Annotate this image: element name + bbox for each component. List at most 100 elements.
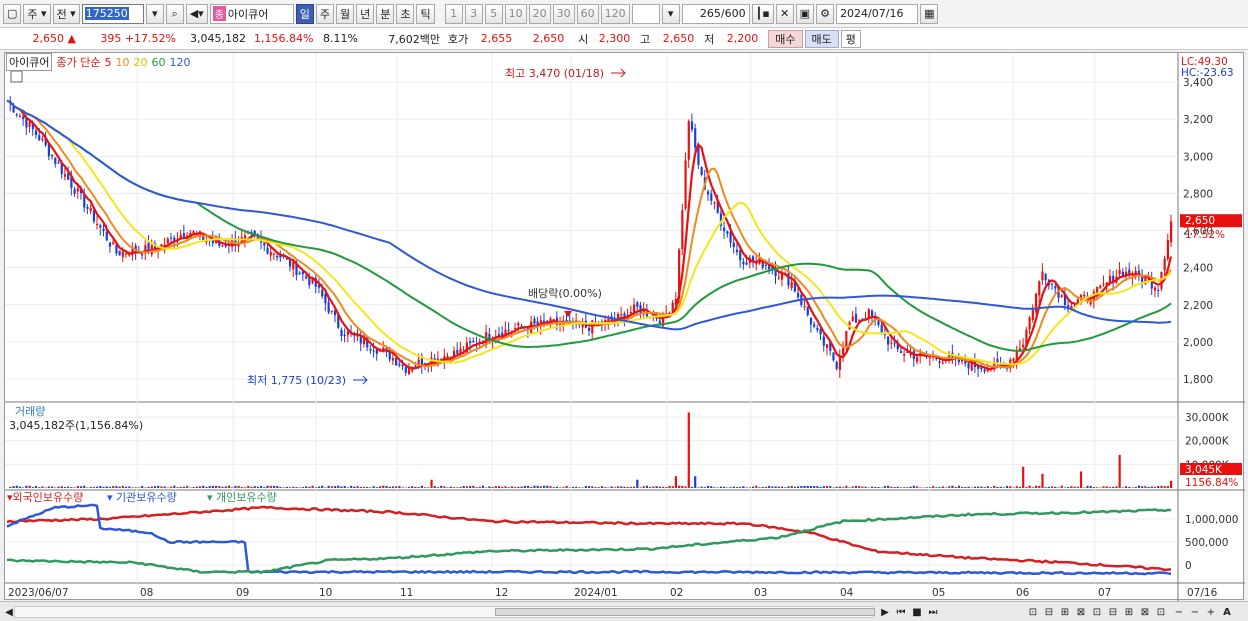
volume-bar	[330, 486, 333, 488]
candle-body	[1022, 344, 1025, 348]
grid-toggle-icon[interactable]	[10, 70, 23, 83]
legend-ma60[interactable]: 60	[151, 56, 165, 69]
gear-icon[interactable]: ⚙	[816, 3, 835, 24]
volume-bar	[60, 486, 63, 488]
horizontal-scrollbar[interactable]	[14, 606, 875, 618]
stock-name-box[interactable]: 종 아이큐어	[209, 3, 294, 24]
count-input[interactable]: 265/600	[681, 3, 750, 24]
period-tab-tick[interactable]: 틱	[416, 3, 435, 24]
search-icon[interactable]: ⌕	[165, 3, 184, 24]
buy-button[interactable]: 매수	[768, 29, 803, 48]
zoom-out-icon[interactable]: −	[1172, 605, 1186, 619]
tool-icon-2[interactable]: ⊟	[1042, 605, 1056, 619]
prev-button[interactable]: 전 ▾	[52, 3, 80, 24]
price-tick-label: 3,200	[1183, 114, 1213, 126]
tool-icon-4[interactable]: ⊠	[1074, 605, 1088, 619]
window-icon[interactable]: ▢	[3, 3, 22, 24]
calendar-icon[interactable]: ▦	[920, 3, 939, 24]
code-input[interactable]: 175250	[81, 3, 144, 24]
auto-scale-icon[interactable]: A	[1220, 605, 1234, 619]
candle-body	[108, 242, 112, 247]
scroll-thumb[interactable]	[495, 608, 875, 616]
code-dropdown-icon[interactable]: ▾	[145, 3, 164, 24]
legend-title: 종가 단순	[56, 56, 101, 69]
last-icon[interactable]: ⏭	[926, 605, 940, 619]
period-tab-month[interactable]: 월	[335, 3, 355, 24]
volume-bar	[481, 485, 485, 488]
candle-body	[1044, 274, 1047, 281]
tool-icon-8[interactable]: ⊠	[1138, 605, 1152, 619]
legend-ma5[interactable]: 5	[104, 56, 111, 69]
interval-custom-input[interactable]	[631, 3, 660, 24]
legend-ma120[interactable]: 120	[169, 56, 190, 69]
period-tab-year[interactable]: 년	[356, 3, 375, 24]
scroll-right-icon[interactable]: ▶	[878, 605, 892, 619]
tool-icon-1[interactable]: ⊡	[1026, 605, 1040, 619]
period-tab-day[interactable]: 일	[295, 3, 314, 24]
volume-bar	[986, 486, 989, 488]
candle-body	[112, 242, 115, 245]
tool-icon-3[interactable]: ⊞	[1058, 605, 1072, 619]
volume-bar	[1131, 487, 1134, 488]
market-select[interactable]: 주 ▾	[23, 3, 51, 24]
candle-body	[813, 324, 816, 327]
interval-30[interactable]: 30	[552, 3, 575, 24]
volume-bar	[57, 486, 60, 488]
interval-60[interactable]: 60	[576, 3, 599, 24]
volume-bar	[92, 487, 96, 488]
date-input[interactable]: 2024/07/16	[836, 3, 919, 24]
save-icon[interactable]: ▣	[795, 3, 815, 24]
volume-bar	[494, 486, 497, 488]
interval-dropdown-icon[interactable]: ▾	[661, 3, 680, 24]
interval-20[interactable]: 20	[528, 3, 551, 24]
period-tab-minute[interactable]: 분	[376, 3, 395, 24]
volume-bar	[883, 486, 887, 488]
volume-bar	[208, 486, 211, 488]
candle-icon[interactable]: ┃▪	[751, 3, 774, 24]
stop-icon[interactable]: ■	[910, 605, 924, 619]
zoom-out2-icon[interactable]: −	[1188, 605, 1202, 619]
candle-body	[845, 331, 848, 347]
volume-bar	[1128, 486, 1131, 488]
candle-body	[86, 206, 89, 209]
candle-body	[391, 358, 395, 361]
interval-1[interactable]: 1	[444, 3, 463, 24]
volume-value: 3,045,182주(1,156.84%)	[9, 419, 143, 432]
tool-icon-7[interactable]: ⊞	[1122, 605, 1136, 619]
volume-bar	[948, 486, 951, 488]
tool-icon-9[interactable]: ⊡	[1154, 605, 1168, 619]
interval-3[interactable]: 3	[464, 3, 483, 24]
tool-icon-6[interactable]: ⊟	[1106, 605, 1120, 619]
volume-bar	[424, 487, 427, 488]
sell-button[interactable]: 매도	[804, 29, 839, 48]
volume-bar	[202, 485, 205, 488]
volume-bar	[681, 485, 684, 488]
avg-button[interactable]: 평	[840, 29, 861, 48]
crosshair-icon[interactable]: ✕	[775, 3, 794, 24]
period-tab-second[interactable]: 초	[396, 3, 415, 24]
candle-body	[340, 329, 343, 337]
interval-5[interactable]: 5	[484, 3, 503, 24]
interval-10[interactable]: 10	[504, 3, 527, 24]
volume-bar	[12, 486, 15, 488]
legend-ma10[interactable]: 10	[115, 56, 129, 69]
volume-bar	[1137, 485, 1141, 488]
zoom-in-icon[interactable]: +	[1204, 605, 1218, 619]
volume-bar	[417, 487, 420, 488]
candle-body	[57, 162, 60, 164]
candle-body	[266, 247, 269, 254]
chart-area[interactable]: 3,400 3,200 3,000 2,800 2,600 2,400 2,200 2,000…	[4, 52, 1245, 601]
first-icon[interactable]: ⏮	[894, 605, 908, 619]
speaker-icon[interactable]: ◀▾	[185, 3, 208, 24]
volume-bar	[311, 485, 314, 488]
volume-bar	[697, 487, 700, 488]
legend-ma20[interactable]: 20	[133, 56, 147, 69]
volume-tick-label: 20,000K	[1185, 436, 1230, 448]
x-tick-label: 2024/01	[574, 587, 618, 599]
period-tab-week[interactable]: 주	[315, 3, 334, 24]
tool-icon-5[interactable]: ⊡	[1090, 605, 1104, 619]
legend-stock-name[interactable]: 아이큐어	[6, 53, 53, 71]
interval-120[interactable]: 120	[600, 3, 630, 24]
volume-bar	[764, 486, 768, 488]
candle-body	[395, 358, 398, 366]
